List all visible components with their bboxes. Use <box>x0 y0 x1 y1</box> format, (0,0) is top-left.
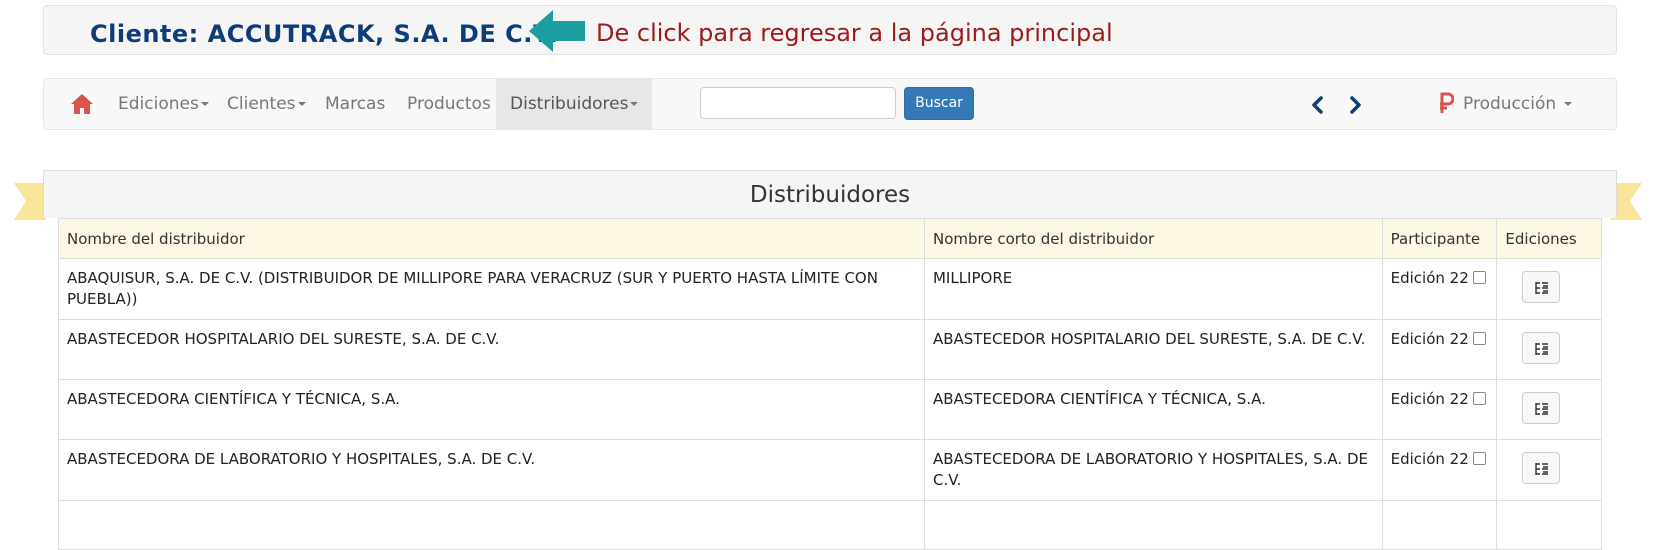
ediciones-cell <box>1496 500 1602 550</box>
nav-clientes[interactable]: Clientes <box>227 79 306 129</box>
list-tree-icon <box>1535 282 1549 294</box>
col-header-ediciones[interactable]: Ediciones <box>1496 218 1602 259</box>
nav-distribuidores[interactable]: Distribuidores <box>496 79 653 129</box>
caret-down-icon <box>630 102 639 106</box>
search-button[interactable]: Buscar <box>904 87 974 120</box>
search-input[interactable] <box>700 87 896 119</box>
nav-produccion[interactable]: Producción <box>1463 79 1572 129</box>
participante-label: Edición 22 <box>1390 330 1469 348</box>
participante-label: Edición 22 <box>1390 390 1469 408</box>
col-header-participante[interactable]: Participante <box>1381 218 1498 259</box>
nav-productos[interactable]: Productos <box>407 79 491 129</box>
list-tree-icon <box>1535 403 1549 415</box>
participante-cell: Edición 22 <box>1381 258 1498 320</box>
distributor-name: ABASTECEDORA CIENTÍFICA Y TÉCNICA, S.A. <box>58 379 925 440</box>
distributor-name: ABASTECEDOR HOSPITALARIO DEL SURESTE, S.… <box>58 319 925 380</box>
distributor-name: ABAQUISUR, S.A. DE C.V. (DISTRIBUIDOR DE… <box>58 258 925 320</box>
nav-ediciones-label: Ediciones <box>118 94 199 114</box>
participante-label: Edición 22 <box>1390 450 1469 468</box>
ediciones-cell <box>1496 319 1602 380</box>
col-header-short-name[interactable]: Nombre corto del distribuidor <box>923 218 1383 259</box>
distributor-short-name <box>923 500 1383 550</box>
ediciones-cell <box>1496 379 1602 440</box>
distributor-name <box>58 500 925 550</box>
ediciones-cell <box>1496 439 1602 501</box>
distributor-short-name: ABASTECEDORA DE LABORATORIO Y HOSPITALES… <box>923 439 1383 501</box>
participante-label: Edición 22 <box>1390 269 1469 287</box>
ediciones-button[interactable] <box>1522 392 1561 424</box>
nav-clientes-label: Clientes <box>227 94 296 114</box>
back-arrow-icon[interactable] <box>529 10 589 52</box>
participante-cell: Edición 22 <box>1381 319 1498 380</box>
home-icon[interactable] <box>70 92 94 116</box>
list-tree-icon <box>1535 463 1549 475</box>
list-tree-icon <box>1535 343 1549 355</box>
ediciones-cell <box>1496 258 1602 320</box>
distributor-short-name: ABASTECEDOR HOSPITALARIO DEL SURESTE, S.… <box>923 319 1383 380</box>
table-row: ABAQUISUR, S.A. DE C.V. (DISTRIBUIDOR DE… <box>58 258 1602 320</box>
table-header-row: Nombre del distribuidor Nombre corto del… <box>58 218 1602 259</box>
panel-title: Distribuidores <box>749 182 911 208</box>
table-row: ABASTECEDOR HOSPITALARIO DEL SURESTE, S.… <box>58 319 1602 380</box>
participante-checkbox[interactable] <box>1472 332 1486 345</box>
caret-down-icon <box>200 102 209 106</box>
table-row: ABASTECEDORA DE LABORATORIO Y HOSPITALES… <box>58 439 1602 501</box>
nav-distribuidores-label: Distribuidores <box>510 94 629 114</box>
distributor-short-name: ABASTECEDORA CIENTÍFICA Y TÉCNICA, S.A. <box>923 379 1383 440</box>
panel-heading: Distribuidores <box>43 170 1617 218</box>
participante-cell <box>1381 500 1498 550</box>
distributor-name: ABASTECEDORA DE LABORATORIO Y HOSPITALES… <box>58 439 925 501</box>
table-row <box>58 500 1602 550</box>
nav-marcas[interactable]: Marcas <box>325 79 385 129</box>
table-row: ABASTECEDORA CIENTÍFICA Y TÉCNICA, S.A. … <box>58 379 1602 440</box>
ediciones-button[interactable] <box>1522 452 1561 484</box>
nav-produccion-label: Producción <box>1463 94 1557 114</box>
caret-down-icon <box>1563 102 1572 106</box>
distributor-short-name: MILLIPORE <box>923 258 1383 320</box>
ediciones-button[interactable] <box>1522 332 1561 364</box>
caret-down-icon <box>297 102 306 106</box>
col-header-name[interactable]: Nombre del distribuidor <box>58 218 925 259</box>
ediciones-button[interactable] <box>1522 271 1561 303</box>
ribbon-left-decoration <box>14 183 46 220</box>
chevron-left-icon[interactable] <box>1310 96 1326 114</box>
participante-checkbox[interactable] <box>1472 392 1486 405</box>
nav-ediciones[interactable]: Ediciones <box>118 79 209 129</box>
ruble-icon <box>1440 92 1454 113</box>
participante-cell: Edición 22 <box>1381 379 1498 440</box>
participante-checkbox[interactable] <box>1472 271 1486 284</box>
participante-checkbox[interactable] <box>1472 452 1486 465</box>
main-navbar: Ediciones Clientes Marcas Productos Dist… <box>43 78 1617 130</box>
client-title: Cliente: ACCUTRACK, S.A. DE C.V. <box>90 20 559 48</box>
client-header-bar: Cliente: ACCUTRACK, S.A. DE C.V. De clic… <box>43 5 1617 55</box>
distribuidores-table: Nombre del distribuidor Nombre corto del… <box>58 218 1602 550</box>
participante-cell: Edición 22 <box>1381 439 1498 501</box>
back-to-home-link[interactable]: De click para regresar a la página princ… <box>596 19 1113 47</box>
chevron-right-icon[interactable] <box>1347 96 1363 114</box>
